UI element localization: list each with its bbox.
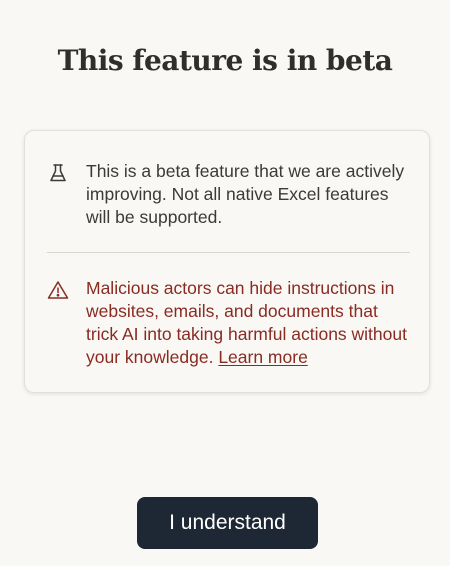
learn-more-link[interactable]: Learn more xyxy=(218,347,308,367)
notice-card: This is a beta feature that we are activ… xyxy=(24,130,430,393)
warning-notice-text: Malicious actors can hide instructions i… xyxy=(86,277,411,369)
divider xyxy=(47,252,410,253)
warning-triangle-icon xyxy=(47,279,69,301)
dialog-title: This feature is in beta xyxy=(57,44,393,77)
flask-icon xyxy=(47,162,69,184)
i-understand-button[interactable]: I understand xyxy=(137,497,318,549)
beta-notice-text: This is a beta feature that we are activ… xyxy=(86,161,405,227)
